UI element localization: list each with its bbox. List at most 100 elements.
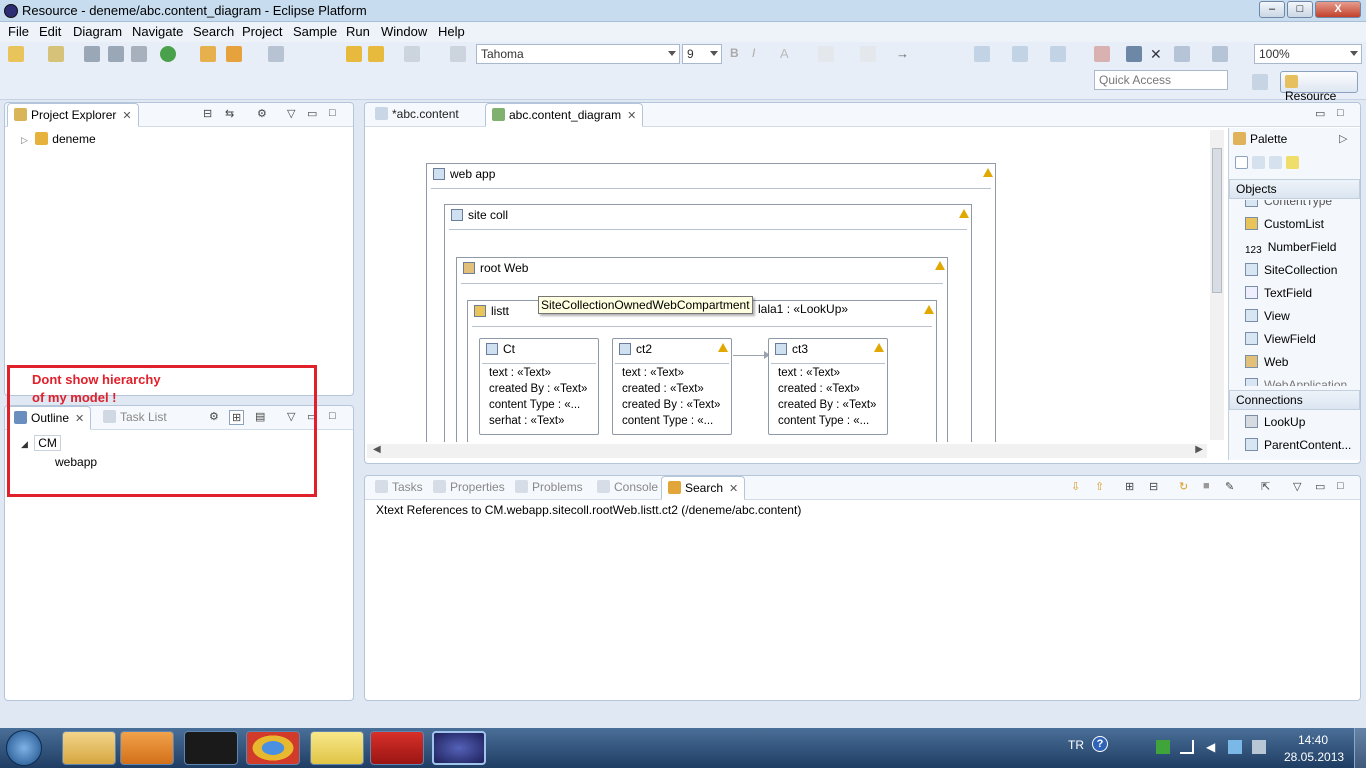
attribute-item[interactable]: text : «Text» <box>622 367 684 379</box>
forward-icon[interactable] <box>404 46 420 62</box>
help-icon[interactable]: ? <box>1092 736 1108 752</box>
attribute-item[interactable]: text : «Text» <box>489 367 551 379</box>
new-wizard-icon[interactable] <box>48 46 64 62</box>
annotation-icon[interactable] <box>268 46 284 62</box>
chrome-task[interactable] <box>246 731 300 765</box>
fill-color-icon[interactable] <box>818 46 834 62</box>
menu-window[interactable]: Window <box>381 24 427 39</box>
back-icon[interactable] <box>346 46 362 62</box>
zoom-tool-icon[interactable] <box>1212 46 1228 62</box>
attribute-item[interactable]: created : «Text» <box>622 383 704 395</box>
attribute-item[interactable]: created : «Text» <box>778 383 860 395</box>
close-icon[interactable]: ✕ <box>627 109 636 122</box>
palette-section-connections[interactable]: Connections <box>1229 390 1360 410</box>
search-tool-icon[interactable] <box>226 46 242 62</box>
open-type-icon[interactable] <box>200 46 216 62</box>
menu-sample[interactable]: Sample <box>293 24 337 39</box>
next-match-icon[interactable]: ⇩ <box>1071 480 1080 493</box>
pin-icon[interactable] <box>450 46 466 62</box>
sticky-notes-task[interactable] <box>310 731 364 765</box>
tab-abc-content-diagram[interactable]: abc.content_diagram ✕ <box>485 103 644 127</box>
line-style-icon[interactable]: → <box>896 46 912 62</box>
line-color-icon[interactable] <box>860 46 876 62</box>
lookup-label[interactable]: lala1 : «LookUp» <box>758 302 848 316</box>
search-history-icon[interactable]: ✎ <box>1225 480 1234 493</box>
palette-item-contenttype[interactable]: ContentType <box>1245 200 1332 208</box>
refresh-icon[interactable]: ↻ <box>1179 480 1188 493</box>
minimize-editor-icon[interactable]: ▭ <box>1315 107 1325 120</box>
palette-item-webapplication[interactable]: WebApplication <box>1245 378 1347 386</box>
run-icon[interactable] <box>160 46 176 62</box>
view-menu-chevron-icon[interactable]: ▽ <box>1293 480 1301 493</box>
volume-icon[interactable]: ◀ <box>1206 740 1215 754</box>
palette-item-lookup[interactable]: LookUp <box>1245 415 1305 429</box>
attribute-item[interactable]: serhat : «Text» <box>489 415 564 427</box>
attribute-item[interactable]: content Type : «... <box>778 415 869 427</box>
layout-icon[interactable] <box>1174 46 1190 62</box>
eclipse-task[interactable] <box>432 731 486 765</box>
save-all-icon[interactable] <box>108 46 124 62</box>
palette-item-sitecollection[interactable]: SiteCollection <box>1245 263 1337 277</box>
palette-item-parentcontent[interactable]: ParentContent... <box>1245 438 1351 452</box>
clock-time[interactable]: 14:40 <box>1284 733 1342 747</box>
node-ct[interactable]: Ct text : «Text» created By : «Text» con… <box>479 338 599 435</box>
italic-icon[interactable]: I <box>752 46 768 62</box>
print-icon[interactable] <box>131 46 147 62</box>
palette-item-web[interactable]: Web <box>1245 355 1288 369</box>
cmd-task[interactable] <box>184 731 238 765</box>
link-editor-icon[interactable]: ⇆ <box>225 107 234 120</box>
scrollbar-thumb[interactable] <box>1212 148 1222 293</box>
route-icon[interactable] <box>1126 46 1142 62</box>
palette-section-objects[interactable]: Objects <box>1229 179 1360 199</box>
tray-icon[interactable] <box>1252 740 1266 754</box>
minimize-view-icon[interactable]: ▭ <box>307 107 317 120</box>
menu-edit[interactable]: Edit <box>39 24 61 39</box>
tree-item-deneme[interactable]: ▷ deneme <box>21 132 96 146</box>
attribute-item[interactable]: created By : «Text» <box>778 399 876 411</box>
minimize-view-icon[interactable]: ▭ <box>1315 480 1325 493</box>
close-button[interactable]: X <box>1315 1 1361 18</box>
lookup-connection[interactable] <box>733 355 767 356</box>
tab-project-explorer[interactable]: Project Explorer ✕ <box>7 103 139 127</box>
node-ct3[interactable]: ct3 text : «Text» created : «Text» creat… <box>768 338 888 435</box>
tray-app-icon[interactable] <box>1156 740 1170 754</box>
menu-file[interactable]: File <box>8 24 29 39</box>
node-ct2[interactable]: ct2 text : «Text» created : «Text» creat… <box>612 338 732 435</box>
pin-view-icon[interactable]: ⇱ <box>1261 480 1270 493</box>
delete-icon[interactable] <box>1094 46 1110 62</box>
network-icon[interactable] <box>1180 740 1194 754</box>
attribute-item[interactable]: content Type : «... <box>489 399 580 411</box>
menu-search[interactable]: Search <box>193 24 234 39</box>
expand-all-icon[interactable]: ⊞ <box>1125 480 1134 493</box>
view-menu-chevron-icon[interactable]: ▽ <box>287 107 295 120</box>
scroll-left-icon[interactable]: ◀ <box>373 444 381 455</box>
expand-icon[interactable]: ▷ <box>21 135 28 145</box>
node-listt[interactable]: listt lala1 : «LookUp» Ct text : «Text» … <box>467 300 937 442</box>
menu-run[interactable]: Run <box>346 24 370 39</box>
align-icon[interactable] <box>1050 46 1066 62</box>
maximize-view-icon[interactable]: □ <box>1337 480 1344 492</box>
close-icon[interactable]: ✕ <box>122 109 131 122</box>
tab-properties[interactable]: Properties <box>427 476 511 500</box>
font-name-combo[interactable]: Tahoma <box>476 44 680 64</box>
diagram-canvas[interactable]: web app site coll root Web listt lala1 :… <box>366 128 1206 442</box>
palette-item-customlist[interactable]: CustomList <box>1245 217 1324 231</box>
font-size-combo[interactable]: 9 <box>682 44 722 64</box>
explorer-task[interactable] <box>62 731 116 765</box>
attribute-item[interactable]: created By : «Text» <box>622 399 720 411</box>
attribute-item[interactable]: content Type : «... <box>622 415 713 427</box>
media-player-task[interactable] <box>120 731 174 765</box>
show-desktop-button[interactable] <box>1354 728 1366 768</box>
tab-abc-content[interactable]: *abc.content <box>369 103 465 127</box>
collapse-all-icon[interactable]: ⊟ <box>203 107 212 120</box>
note-tool-icon[interactable] <box>1286 156 1299 169</box>
maximize-view-icon[interactable]: □ <box>329 107 336 119</box>
save-icon[interactable] <box>84 46 100 62</box>
menu-project[interactable]: Project <box>242 24 282 39</box>
menu-navigate[interactable]: Navigate <box>132 24 183 39</box>
font-color-icon[interactable]: A <box>780 46 796 62</box>
clock-date[interactable]: 28.05.2013 <box>1284 750 1344 764</box>
select-all-icon[interactable] <box>974 46 990 62</box>
maximize-view-icon[interactable]: □ <box>329 410 336 422</box>
maximize-button[interactable]: □ <box>1287 1 1313 18</box>
